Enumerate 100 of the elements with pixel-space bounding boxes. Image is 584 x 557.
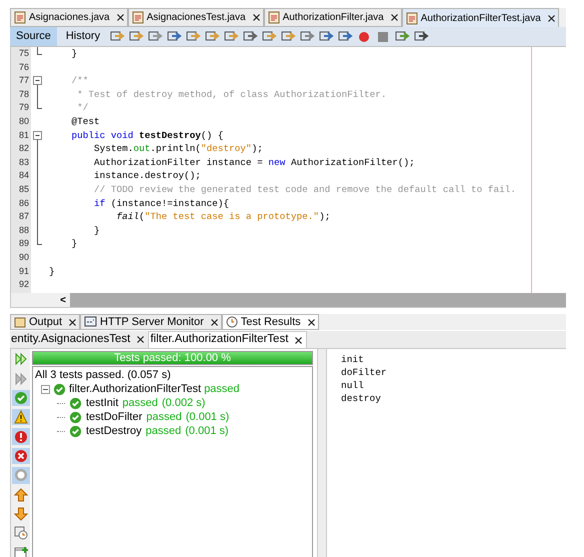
close-icon[interactable] [548, 14, 555, 22]
toolbar-icon[interactable] [166, 30, 182, 44]
toolbar-icon[interactable] [204, 30, 220, 44]
tab-label: Test Results [240, 314, 301, 330]
code-line: fail("The test case is a prototype."); [116, 210, 332, 224]
monitor-icon [84, 316, 98, 328]
close-icon[interactable] [116, 14, 124, 21]
summary-text: All 3 tests passed. (0.057 s) [35, 368, 172, 382]
editor-tab[interactable]: AsignacionesTest.java [128, 8, 264, 27]
line-number: 77 [18, 74, 30, 88]
code-line: } [48, 264, 56, 278]
collapse-toggle-icon[interactable] [41, 384, 50, 394]
test-name[interactable]: testInit [86, 394, 118, 412]
output-line: null [341, 379, 365, 392]
editor-tab[interactable]: AuthorizationFilter.java [264, 8, 402, 27]
toolbar-icon[interactable] [261, 30, 278, 44]
line-number: 84 [18, 169, 30, 182]
toolbar-icon[interactable] [280, 30, 296, 44]
code-line: if (instance!=instance){ [93, 196, 230, 210]
tab-label: Asignaciones.java [29, 11, 110, 25]
toolbar-icon[interactable] [242, 30, 258, 44]
x-icon [14, 448, 28, 463]
result-tab[interactable]: filter.AuthorizationFilterTest [148, 331, 308, 348]
code-line: * Test of destroy method, of class AuthorizationFilter. [76, 88, 388, 102]
filter-button[interactable] [12, 409, 30, 426]
line-number: 81 [18, 128, 30, 142]
editor-tab[interactable]: AuthorizationFilterTest.java [402, 8, 559, 27]
result-tab[interactable]: entity.AsignacionesTest [10, 331, 148, 348]
test-status: passed [146, 410, 182, 425]
toolbar-icon[interactable] [299, 30, 316, 44]
error-icon [14, 430, 28, 444]
code-line: } [70, 47, 78, 61]
panel-tab[interactable]: Test Results [222, 314, 319, 330]
close-icon[interactable] [390, 14, 398, 21]
warning-icon [14, 410, 28, 424]
tab-label: Output [29, 314, 62, 330]
toolbar-icon[interactable] [223, 30, 240, 44]
toolbar-icon[interactable] [318, 30, 334, 44]
code-line: // TODO review the generated test code and remove the default call to fail. [93, 182, 517, 197]
filter-button[interactable] [12, 506, 30, 522]
line-number: 89 [18, 237, 30, 250]
line-number: 75 [18, 47, 30, 60]
toolbar-icon[interactable] [109, 30, 126, 44]
check-icon [69, 396, 82, 410]
filter-button[interactable] [12, 448, 30, 464]
close-icon[interactable] [137, 336, 144, 343]
output-line: init [341, 353, 365, 366]
output-line: destroy [341, 392, 382, 405]
code-line: */ [76, 101, 90, 115]
test-status: passed [146, 424, 182, 439]
panel-tab[interactable]: Output [10, 314, 80, 330]
line-number: 79 [18, 101, 30, 114]
code-line: } [70, 237, 78, 251]
filter-button[interactable] [12, 428, 30, 445]
line-number: 92 [18, 278, 30, 292]
code-line: System.out.println("destroy"); [93, 142, 264, 156]
toolbar-icon[interactable] [185, 30, 202, 44]
test-name[interactable]: testDoFilter [86, 408, 142, 426]
close-icon[interactable] [69, 318, 76, 326]
line-number: 90 [18, 250, 30, 264]
line-number: 86 [18, 196, 30, 210]
test-status: passed [122, 396, 158, 411]
panel-tab[interactable]: HTTP Server Monitor [80, 314, 222, 330]
check-icon [69, 424, 82, 438]
check-icon [14, 390, 28, 405]
tab-label: AuthorizationFilterTest.java [420, 12, 541, 26]
editor-tab[interactable]: Asignaciones.java [10, 8, 128, 27]
code-line: AuthorizationFilter instance = new AuthorizationFilter(); [93, 156, 416, 170]
test-time: (0.001 s) [186, 410, 230, 425]
code-line: /** [70, 74, 90, 88]
new-window-icon [14, 546, 28, 557]
tab-label: AsignacionesTest.java [146, 11, 246, 25]
java-file-icon [268, 11, 280, 24]
toolbar-icon[interactable] [147, 30, 164, 44]
filter-button[interactable] [12, 525, 30, 542]
close-icon[interactable] [308, 318, 315, 326]
toolbar-icon[interactable] [337, 30, 354, 44]
toolbar-icon[interactable] [413, 30, 430, 44]
filter-button[interactable] [12, 544, 30, 557]
scrollbar-thumb[interactable] [70, 293, 566, 307]
close-icon[interactable] [252, 14, 260, 21]
close-icon[interactable] [210, 318, 218, 326]
check-icon [53, 382, 66, 396]
test-suite-name[interactable]: filter.AuthorizationFilterTest [69, 380, 202, 398]
progress-label: Tests passed: 100.00 % [113, 352, 232, 364]
scroll-left-button[interactable]: < [56, 293, 70, 307]
filter-button[interactable] [12, 486, 30, 503]
toolbar-icon[interactable] [128, 30, 144, 44]
fold-toggle-icon[interactable] [33, 74, 42, 88]
java-file-icon [132, 11, 144, 24]
close-icon[interactable] [295, 336, 302, 344]
view-toggle[interactable]: Source [10, 27, 57, 46]
toolbar-icon[interactable] [394, 30, 410, 44]
line-number: 76 [18, 60, 30, 74]
rerun-icon [14, 352, 28, 366]
up-arrow-icon [14, 488, 28, 502]
test-name[interactable]: testDestroy [86, 422, 142, 440]
view-toggle[interactable]: History [60, 27, 106, 46]
filter-button[interactable] [12, 390, 30, 406]
fold-toggle-icon[interactable] [33, 128, 42, 142]
